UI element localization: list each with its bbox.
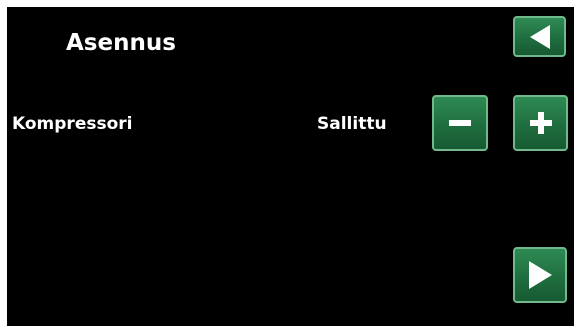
setting-value: Sallittu bbox=[317, 114, 387, 134]
next-button[interactable] bbox=[513, 247, 567, 303]
setting-label: Kompressori bbox=[12, 114, 133, 134]
increase-button[interactable] bbox=[513, 95, 568, 151]
back-arrow-icon bbox=[529, 24, 550, 49]
plus-icon bbox=[529, 112, 552, 134]
display-screen: Asennus Kompressori Sallittu bbox=[7, 7, 574, 326]
page-title: Asennus bbox=[66, 30, 176, 56]
decrease-button[interactable] bbox=[432, 95, 488, 151]
back-button[interactable] bbox=[513, 16, 566, 57]
next-arrow-icon bbox=[529, 261, 552, 289]
minus-icon bbox=[449, 120, 471, 126]
